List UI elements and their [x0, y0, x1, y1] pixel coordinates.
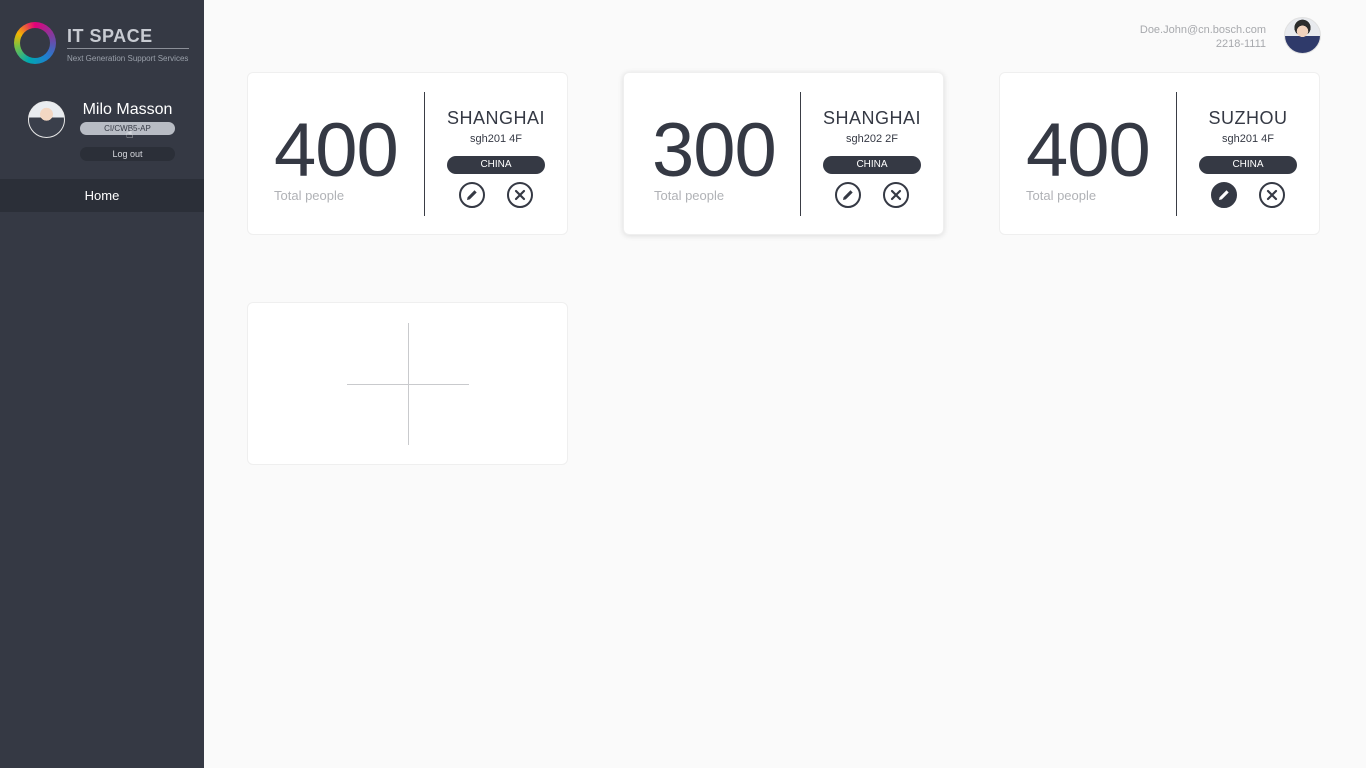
- card-city: SHANGHAI: [823, 108, 922, 128]
- logo-subtitle: Next Generation Support Services: [67, 54, 189, 63]
- close-icon: [1266, 189, 1278, 201]
- app-logo[interactable]: IT SPACE Next Generation Support Service…: [14, 22, 194, 68]
- pencil-icon: [467, 190, 477, 200]
- delete-button[interactable]: [507, 182, 533, 208]
- card-divider: [424, 92, 425, 216]
- header-email: Doe.John@cn.bosch.com: [1139, 24, 1266, 36]
- sidebar: IT SPACE Next Generation Support Service…: [0, 0, 204, 768]
- card-country-badge: CHINA: [447, 156, 545, 174]
- close-icon: [890, 189, 902, 201]
- card-divider: [800, 92, 801, 216]
- card-total-count: 400: [1026, 108, 1151, 193]
- header-phone-ext: 2218-1111: [1215, 38, 1266, 50]
- card-total-count: 400: [274, 108, 399, 193]
- card-total-count: 300: [652, 108, 777, 193]
- card-city: SHANGHAI: [447, 108, 546, 128]
- card-total-label: Total people: [1026, 188, 1097, 203]
- space-card[interactable]: 300 Total people SHANGHAI sgh202 2F CHIN…: [623, 72, 944, 235]
- logo-divider: [67, 48, 189, 49]
- card-room: sgh201 4F: [1222, 133, 1274, 145]
- card-total-label: Total people: [654, 188, 725, 203]
- space-card[interactable]: 400 Total people SUZHOU sgh201 4F CHINA: [999, 72, 1320, 235]
- sidebar-item-home[interactable]: Home: [0, 179, 204, 212]
- logo-title: IT SPACE: [67, 26, 153, 46]
- card-total-label: Total people: [274, 188, 345, 203]
- hand-cursor-icon: ☝: [126, 127, 134, 141]
- edit-button[interactable]: [1211, 182, 1237, 208]
- plus-icon-horizontal: [347, 384, 469, 385]
- card-country-badge: CHINA: [1199, 156, 1297, 174]
- pencil-icon: [843, 190, 853, 200]
- card-city: SUZHOU: [1208, 108, 1288, 128]
- edit-button[interactable]: [459, 182, 485, 208]
- delete-button[interactable]: [1259, 182, 1285, 208]
- edit-button[interactable]: [835, 182, 861, 208]
- add-space-button[interactable]: [247, 302, 568, 465]
- pencil-icon: [1219, 190, 1229, 200]
- space-card[interactable]: 400 Total people SHANGHAI sgh201 4F CHIN…: [247, 72, 568, 235]
- card-room: sgh202 2F: [846, 133, 898, 145]
- card-divider: [1176, 92, 1177, 216]
- header-avatar[interactable]: [1284, 17, 1321, 54]
- logo-ring-icon: [14, 22, 56, 64]
- card-country-badge: CHINA: [823, 156, 921, 174]
- close-icon: [514, 189, 526, 201]
- logout-button[interactable]: Log out: [80, 147, 175, 161]
- delete-button[interactable]: [883, 182, 909, 208]
- card-room: sgh201 4F: [470, 133, 522, 145]
- user-name: Milo Masson: [82, 101, 173, 118]
- user-avatar[interactable]: [28, 101, 65, 138]
